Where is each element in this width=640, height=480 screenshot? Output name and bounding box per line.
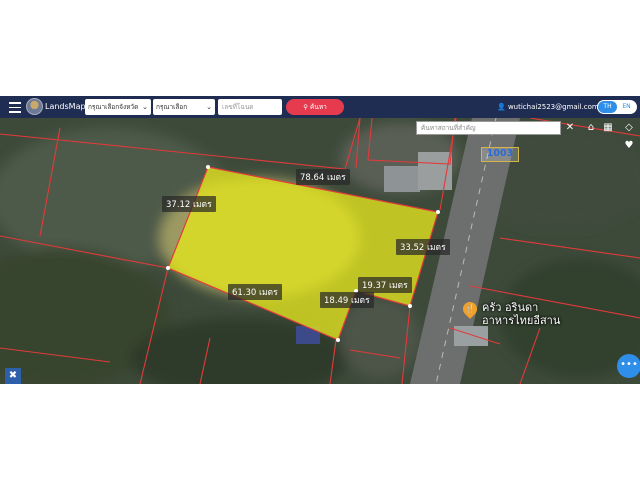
parcel-number-label[interactable]: 1003 [481, 147, 519, 162]
satellite-icon[interactable]: ✖ [5, 368, 21, 384]
measurement-label: 18.49 เมตร [320, 292, 374, 308]
search-icon: ⚲ [303, 103, 308, 111]
satellite-map[interactable]: 78.64 เมตร 37.12 เมตร 33.52 เมตร 61.30 เ… [0, 118, 640, 384]
heart-icon[interactable]: ♥ [621, 139, 637, 153]
more-icon[interactable]: ••• [617, 354, 640, 378]
top-bar: LandsMaps กรุณาเลือกจังหวัด ⌄ กรุณาเลือก… [0, 96, 640, 127]
building-roof [384, 166, 420, 192]
place-search-input[interactable] [416, 121, 561, 135]
measurement-label: 37.12 เมตร [162, 196, 216, 212]
poi-name-line2: อาหารไทยอีสาน [482, 314, 561, 327]
measurement-label: 61.30 เมตร [228, 284, 282, 300]
map-canvas [0, 118, 640, 384]
poi-name-line1: ครัว อรินดา [482, 301, 539, 314]
user-email: wutichai2523@gmail.com [507, 103, 599, 111]
landsmaps-app: LandsMaps กรุณาเลือกจังหวัด ⌄ กรุณาเลือก… [0, 96, 640, 384]
layers-icon[interactable]: ◇ [621, 121, 637, 135]
hamburger-icon[interactable] [7, 99, 23, 115]
building-roof [454, 326, 488, 346]
home-icon[interactable]: ⌂ [583, 121, 599, 135]
poi-label[interactable]: ครัว อรินดา อาหารไทยอีสาน [482, 301, 560, 327]
language-toggle: TH EN [597, 100, 637, 114]
lang-en-button[interactable]: EN [617, 101, 636, 113]
deed-number-input[interactable] [218, 99, 282, 115]
measurement-label: 78.64 เมตร [296, 169, 350, 185]
chevron-down-icon: ⌄ [206, 103, 212, 111]
brand-name: LandsMaps [45, 102, 90, 111]
close-icon[interactable]: ✕ [564, 121, 576, 135]
province-select[interactable]: กรุณาเลือกจังหวัด ⌄ [85, 99, 151, 115]
user-menu[interactable]: 👤 wutichai2523@gmail.com ⌄ [497, 99, 607, 115]
search-button-label: ค้นหา [310, 103, 327, 111]
user-icon: 👤 [497, 103, 506, 111]
province-select-label: กรุณาเลือกจังหวัด [88, 103, 139, 111]
chevron-down-icon: ⌄ [142, 103, 148, 111]
lang-th-button[interactable]: TH [598, 101, 617, 113]
logo [26, 98, 43, 115]
measurement-label: 19.37 เมตร [358, 277, 412, 293]
district-select[interactable]: กรุณาเลือกอำเภอ ⌄ [153, 99, 215, 127]
grid-icon[interactable]: ▦ [600, 121, 616, 135]
restaurant-pin-icon[interactable]: 🍴 [460, 299, 480, 319]
search-button[interactable]: ⚲ ค้นหา [286, 99, 344, 115]
measurement-label: 33.52 เมตร [396, 239, 450, 255]
